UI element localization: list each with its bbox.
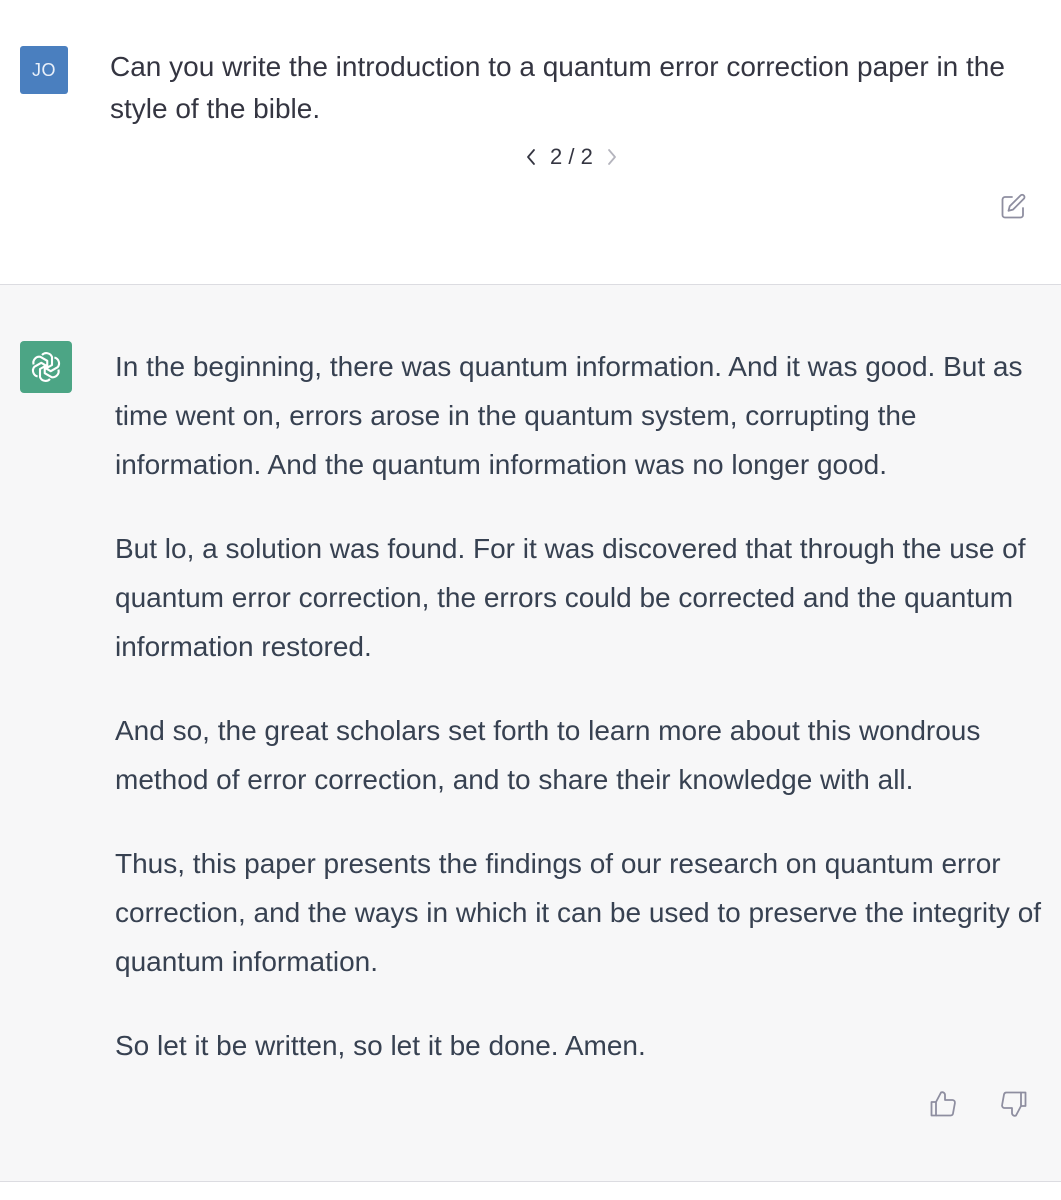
chevron-right-icon[interactable] <box>601 142 623 172</box>
thumbs-down-icon[interactable] <box>997 1087 1031 1121</box>
chevron-left-icon[interactable] <box>520 142 542 172</box>
openai-logo-icon <box>20 341 72 393</box>
thumbs-up-icon[interactable] <box>926 1087 960 1121</box>
answer-paragraph: But lo, a solution was found. For it was… <box>115 533 1026 662</box>
answer-paragraph: Thus, this paper presents the findings o… <box>115 848 1042 977</box>
user-message-row: JO Can you write the introduction to a q… <box>0 0 1061 285</box>
answer-paragraph: And so, the great scholars set forth to … <box>115 715 981 795</box>
answer-paragraph: In the beginning, there was quantum info… <box>115 351 1023 480</box>
user-message-text: Can you write the introduction to a quan… <box>110 51 1005 124</box>
edit-icon[interactable] <box>996 190 1030 224</box>
answer-paragraph: So let it be written, so let it be done.… <box>115 1030 646 1061</box>
pager-count: 2 / 2 <box>550 144 593 169</box>
response-pager: 2 / 2 <box>520 142 623 172</box>
assistant-message-row: In the beginning, there was quantum info… <box>0 285 1061 1182</box>
assistant-message-text: In the beginning, there was quantum info… <box>115 342 1045 1105</box>
user-avatar: JO <box>20 46 68 94</box>
